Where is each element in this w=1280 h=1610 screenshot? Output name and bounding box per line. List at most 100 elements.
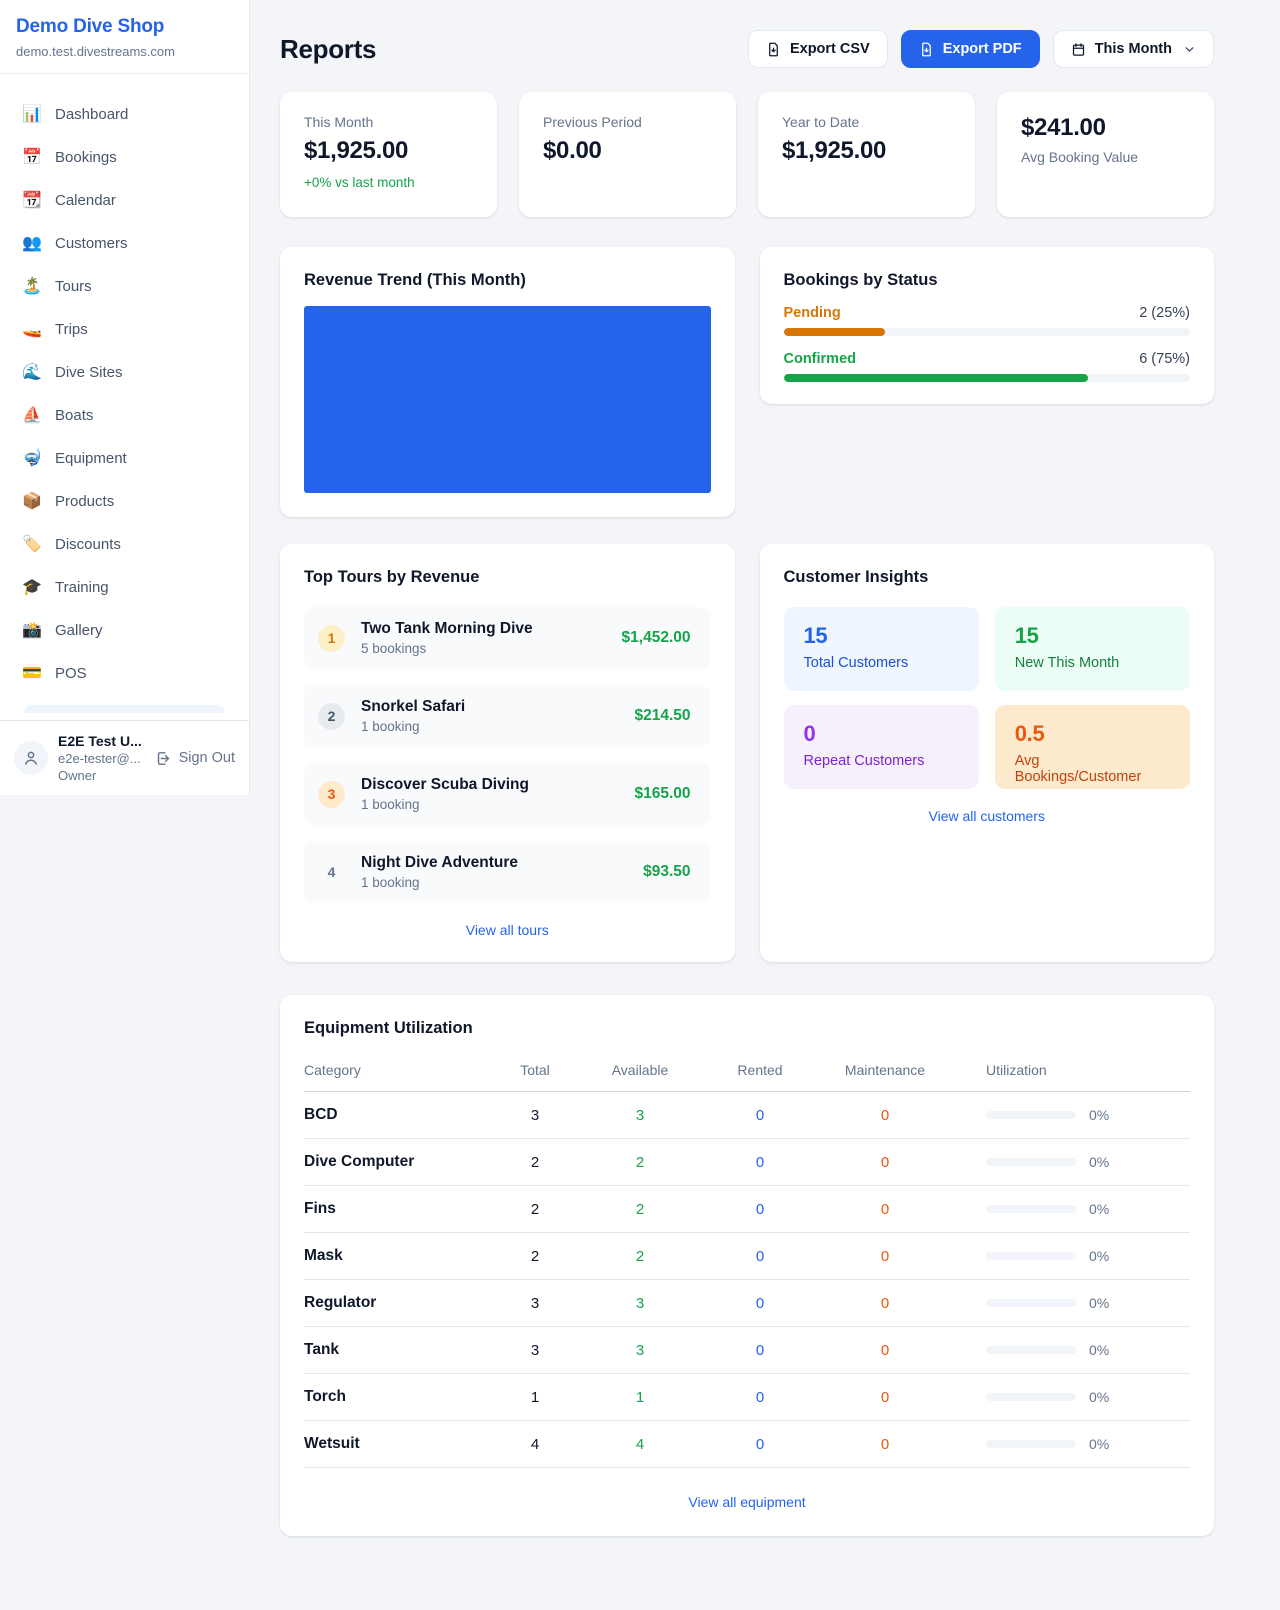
user-footer: E2E Test U... e2e-tester@... Owner Sign … [0,720,249,795]
tour-row[interactable]: 2 Snorkel Safari1 booking $214.50 [304,685,711,747]
revenue-trend-card: Revenue Trend (This Month) [280,247,735,517]
sidebar-item-discounts[interactable]: 🏷️Discounts [12,525,237,563]
sidebar-item-equipment[interactable]: 🤿 Equipment [12,439,237,477]
cell-maintenance: 0 [820,1107,950,1124]
sidebar-item-label: Training [55,579,109,596]
page-title: Reports [280,34,376,65]
status-row-pending: Pending 2 (25%) [784,305,1191,336]
col-total: Total [490,1062,580,1078]
user-email: e2e-tester@... [58,751,145,766]
cell-total: 3 [490,1107,580,1124]
utilization-bar [986,1252,1076,1260]
sign-out-label: Sign Out [179,750,235,766]
sidebar-item-gallery[interactable]: 📸Gallery [12,611,237,649]
utilization-bar [986,1111,1076,1119]
sidebar-item-dashboard[interactable]: 📊Dashboard [12,95,237,133]
sidebar-item-boats[interactable]: ⛵Boats [12,396,237,434]
view-all-tours-link[interactable]: View all tours [304,922,711,938]
sidebar-item-tours[interactable]: 🏝️Tours [12,267,237,305]
rank-badge: 2 [318,703,345,730]
sidebar-item-customers[interactable]: 👥Customers [12,224,237,262]
sidebar-item-bookings[interactable]: 📅Bookings [12,138,237,176]
cell-maintenance: 0 [820,1154,950,1171]
rank-badge: 1 [318,625,345,652]
person-icon [22,749,40,767]
equipment-table: Category Total Available Rented Maintena… [304,1054,1190,1468]
speedboat-icon: 🚤 [22,319,42,339]
col-maintenance: Maintenance [820,1062,950,1078]
sign-out-button[interactable]: Sign Out [155,750,235,767]
tour-bookings: 1 booking [361,797,618,812]
col-category: Category [304,1062,490,1078]
rank-badge: 3 [318,781,345,808]
tour-row[interactable]: 3 Discover Scuba Diving1 booking $165.00 [304,763,711,825]
sidebar-item-dive-sites[interactable]: 🌊Dive Sites [12,353,237,391]
tile-value: 15 [1015,623,1170,649]
cell-utilization: 0% [950,1295,1190,1311]
utilization-bar [986,1346,1076,1354]
sidebar-item-label: Equipment [55,450,127,467]
cell-total: 2 [490,1248,580,1265]
export-pdf-button[interactable]: Export PDF [901,30,1040,68]
cell-category: Dive Computer [304,1153,490,1171]
stat-value: $0.00 [543,137,712,165]
utilization-pct: 0% [1089,1389,1109,1405]
user-name: E2E Test U... [58,733,145,749]
stat-label: Previous Period [543,114,712,130]
status-progress-track [784,328,1191,336]
cell-category: Wetsuit [304,1435,490,1453]
sidebar-item-calendar[interactable]: 📆Calendar [12,181,237,219]
table-row: Regulator 3 3 0 0 0% [304,1280,1190,1327]
cell-category: Mask [304,1247,490,1265]
cell-maintenance: 0 [820,1436,950,1453]
tile-value: 15 [804,623,959,649]
utilization-pct: 0% [1089,1295,1109,1311]
utilization-pct: 0% [1089,1342,1109,1358]
revenue-bar-chart [304,306,711,493]
tour-row[interactable]: 4 Night Dive Adventure1 booking $93.50 [304,841,711,903]
table-row: BCD 3 3 0 0 0% [304,1092,1190,1139]
sidebar-nav: 📊Dashboard 📅Bookings 📆Calendar 👥Customer… [0,74,249,720]
tour-amount: $1,452.00 [622,629,691,647]
rank-badge: 4 [318,859,345,886]
tile-repeat-customers: 0 Repeat Customers [784,705,979,789]
customers-icon: 👥 [22,233,42,253]
tour-row[interactable]: 1 Two Tank Morning Dive5 bookings $1,452… [304,607,711,669]
shop-name: Demo Dive Shop [16,16,233,38]
sidebar-item-reports-partial[interactable] [24,705,225,713]
view-all-equipment-link[interactable]: View all equipment [304,1494,1190,1510]
export-csv-button[interactable]: Export CSV [748,30,888,68]
sidebar-item-trips[interactable]: 🚤Trips [12,310,237,348]
top-tours-title: Top Tours by Revenue [304,568,711,587]
cell-utilization: 0% [950,1342,1190,1358]
tour-name: Night Dive Adventure [361,854,627,872]
logout-icon [155,750,172,767]
sidebar-item-pos[interactable]: 💳POS [12,654,237,692]
utilization-pct: 0% [1089,1107,1109,1123]
cell-available: 1 [580,1389,700,1406]
utilization-pct: 0% [1089,1436,1109,1452]
table-row: Dive Computer 2 2 0 0 0% [304,1139,1190,1186]
period-dropdown[interactable]: This Month [1053,30,1214,68]
sidebar-item-label: POS [55,665,87,682]
tour-name: Two Tank Morning Dive [361,620,606,638]
stat-label: Year to Date [782,114,951,130]
tour-amount: $165.00 [634,785,690,803]
cell-category: Regulator [304,1294,490,1312]
sidebar-item-training[interactable]: 🎓Training [12,568,237,606]
tour-list: 1 Two Tank Morning Dive5 bookings $1,452… [304,607,711,903]
view-all-customers-link[interactable]: View all customers [784,808,1191,824]
diving-mask-icon: 🤿 [22,448,42,468]
stat-value: $1,925.00 [304,137,473,165]
tile-label: Repeat Customers [804,753,959,769]
stat-card-previous-period: Previous Period $0.00 [519,92,736,217]
cell-rented: 0 [700,1107,820,1124]
sidebar-item-label: Gallery [55,622,103,639]
sidebar: Demo Dive Shop demo.test.divestreams.com… [0,0,250,795]
sidebar-item-label: Calendar [55,192,116,209]
sidebar-item-products[interactable]: 📦Products [12,482,237,520]
file-download-icon [766,42,781,57]
tile-value: 0.5 [1015,721,1170,747]
bookings-calendar-icon: 📅 [22,147,42,167]
sidebar-item-label: Dive Sites [55,364,123,381]
